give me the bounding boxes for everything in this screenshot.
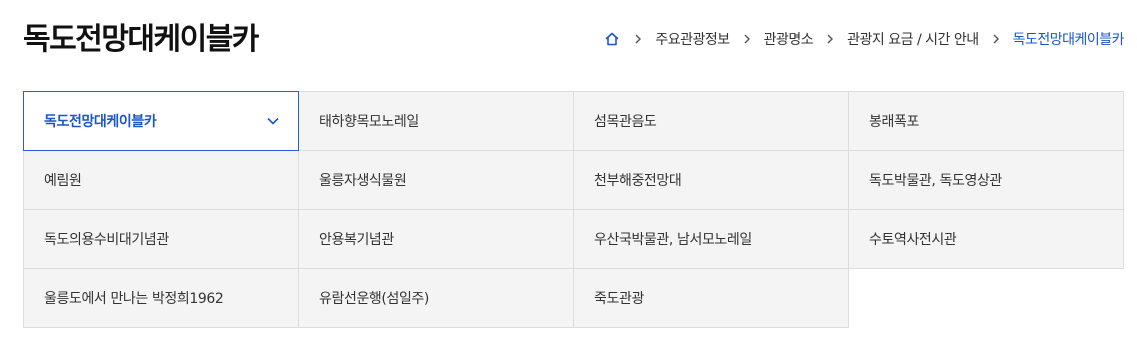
chevron-right-icon — [813, 34, 847, 44]
tab-label: 천부해중전망대 — [594, 173, 682, 189]
tab-label: 예림원 — [44, 173, 82, 189]
tab-label: 우산국박물관, 남서모노레일 — [594, 232, 752, 248]
chevron-down-icon — [267, 117, 279, 125]
breadcrumb-item-tourism-info[interactable]: 주요관광정보 — [655, 29, 730, 49]
tab-label: 죽도관광 — [594, 291, 644, 307]
tab-label: 독도의용수비대기념관 — [44, 232, 169, 248]
breadcrumb: 주요관광정보 관광명소 관광지 요금 / 시간 안내 독도전망대케이블카 — [603, 29, 1125, 49]
tab-label: 수토역사전시관 — [869, 232, 957, 248]
tab-native-plant-garden[interactable]: 울릉자생식물원 — [298, 150, 574, 210]
home-icon[interactable] — [603, 30, 621, 48]
tab-label: 유람선운행(섬일주) — [319, 291, 429, 307]
tab-dokdo-museum[interactable]: 독도박물관, 독도영상관 — [848, 150, 1124, 210]
breadcrumb-item-fees-hours[interactable]: 관광지 요금 / 시간 안내 — [847, 29, 979, 49]
tab-label: 울릉도에서 만나는 박정희1962 — [44, 291, 224, 307]
tab-suto-history-hall[interactable]: 수토역사전시관 — [848, 209, 1124, 269]
tab-seommok-gwaneumdo[interactable]: 섬목관음도 — [573, 91, 849, 151]
tab-taeha-monorail[interactable]: 태하향목모노레일 — [298, 91, 574, 151]
tab-label: 안용복기념관 — [319, 232, 394, 248]
tab-anyongbok-memorial[interactable]: 안용복기념관 — [298, 209, 574, 269]
tab-bongnae-falls[interactable]: 봉래폭포 — [848, 91, 1124, 151]
breadcrumb-item-current: 독도전망대케이블카 — [1012, 32, 1125, 48]
breadcrumb-item-attractions[interactable]: 관광명소 — [764, 29, 814, 49]
page: 독도전망대케이블카 주요관광정보 관광명소 관광지 요금 / 시간 안내 독도전… — [0, 0, 1137, 352]
tab-cheonbu-underwater-observatory[interactable]: 천부해중전망대 — [573, 150, 849, 210]
tab-label: 태하향목모노레일 — [319, 114, 419, 130]
tab-dokdo-volunteer-memorial[interactable]: 독도의용수비대기념관 — [23, 209, 299, 269]
tab-dokdo-cable-car[interactable]: 독도전망대케이블카 — [23, 91, 299, 151]
tab-label: 섬목관음도 — [594, 114, 657, 130]
tab-label: 독도전망대케이블카 — [44, 114, 157, 130]
tab-label: 봉래폭포 — [869, 114, 919, 130]
tab-usanguk-museum[interactable]: 우산국박물관, 남서모노레일 — [573, 209, 849, 269]
chevron-right-icon — [979, 34, 1013, 44]
tab-jukdo-tour[interactable]: 죽도관광 — [573, 268, 849, 328]
page-title: 독도전망대케이블카 — [23, 22, 259, 57]
tab-label: 울릉자생식물원 — [319, 173, 407, 189]
chevron-right-icon — [621, 34, 655, 44]
tab-yerimwon[interactable]: 예림원 — [23, 150, 299, 210]
tab-cruise-island-tour[interactable]: 유람선운행(섬일주) — [298, 268, 574, 328]
tab-label: 독도박물관, 독도영상관 — [869, 173, 1002, 189]
chevron-right-icon — [730, 34, 764, 44]
tab-park-chunghee-1962[interactable]: 울릉도에서 만나는 박정희1962 — [23, 268, 299, 328]
